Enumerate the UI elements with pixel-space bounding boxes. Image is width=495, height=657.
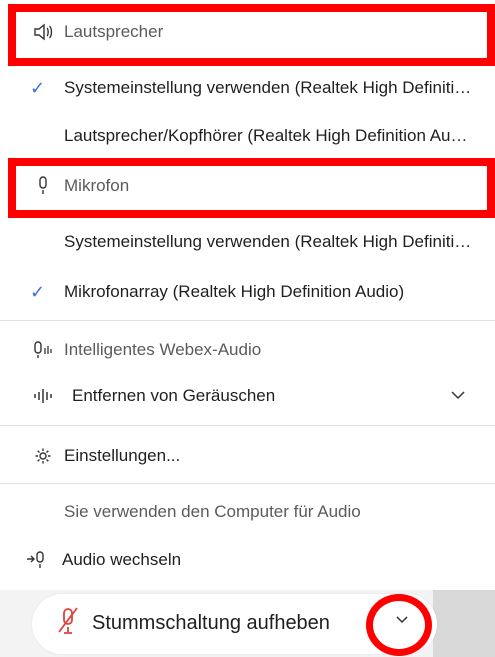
speaker-icon — [32, 21, 54, 43]
unmute-label: Stummschaltung aufheben — [92, 612, 330, 634]
settings-menu-item[interactable]: Einstellungen... — [0, 436, 495, 476]
microphone-icon — [32, 175, 54, 197]
speaker-option-headphones[interactable]: Lautsprecher/Kopfhörer (Realtek High Def… — [0, 116, 495, 156]
microphone-option-array[interactable]: ✓ Mikrofonarray (Realtek High Definition… — [0, 272, 495, 312]
microphone-option-label: Systemeinstellung verwenden (Realtek Hig… — [64, 232, 473, 251]
checkmark-icon: ✓ — [30, 77, 46, 98]
gear-icon — [32, 445, 54, 467]
checkmark-icon: ✓ — [30, 281, 46, 302]
speaker-header-label: Lautsprecher — [64, 22, 164, 41]
speaker-option-system[interactable]: ✓ Systemeinstellung verwenden (Realtek H… — [0, 68, 495, 108]
audio-menu: Lautsprecher ✓ Systemeinstellung verwend… — [0, 0, 495, 590]
divider — [0, 483, 495, 484]
speaker-option-label: Lautsprecher/Kopfhörer (Realtek High Def… — [64, 126, 473, 145]
speaker-option-label: Systemeinstellung verwenden (Realtek Hig… — [64, 78, 473, 97]
divider — [0, 320, 495, 321]
controls-bar-edge — [433, 590, 495, 657]
microphone-option-system[interactable]: Systemeinstellung verwenden (Realtek Hig… — [0, 222, 495, 262]
switch-audio-label: Audio wechseln — [62, 550, 182, 569]
smart-audio-header: Intelligentes Webex-Audio — [0, 330, 495, 370]
switch-audio-menu-item[interactable]: Audio wechseln — [0, 540, 495, 580]
smart-audio-label: Intelligentes Webex-Audio — [64, 340, 262, 359]
microphone-section-header: Mikrofon — [0, 166, 495, 206]
settings-label: Einstellungen... — [64, 446, 181, 465]
noise-removal-label: Entfernen von Geräuschen — [72, 386, 276, 405]
divider — [0, 425, 495, 426]
microphone-option-label: Mikrofonarray (Realtek High Definition A… — [64, 282, 405, 301]
computer-audio-note: Sie verwenden den Computer für Audio — [0, 492, 495, 532]
chevron-down-icon — [451, 387, 465, 405]
smart-audio-icon — [32, 339, 54, 361]
microphone-header-label: Mikrofon — [64, 176, 130, 195]
noise-removal-icon — [32, 385, 54, 407]
highlight-circle-dropdown — [366, 594, 432, 656]
speaker-section-header: Lautsprecher — [0, 12, 495, 52]
microphone-muted-icon — [55, 606, 81, 636]
computer-audio-note-text: Sie verwenden den Computer für Audio — [64, 502, 361, 521]
switch-audio-icon — [26, 549, 48, 571]
noise-removal-select[interactable]: Entfernen von Geräuschen — [0, 376, 495, 416]
